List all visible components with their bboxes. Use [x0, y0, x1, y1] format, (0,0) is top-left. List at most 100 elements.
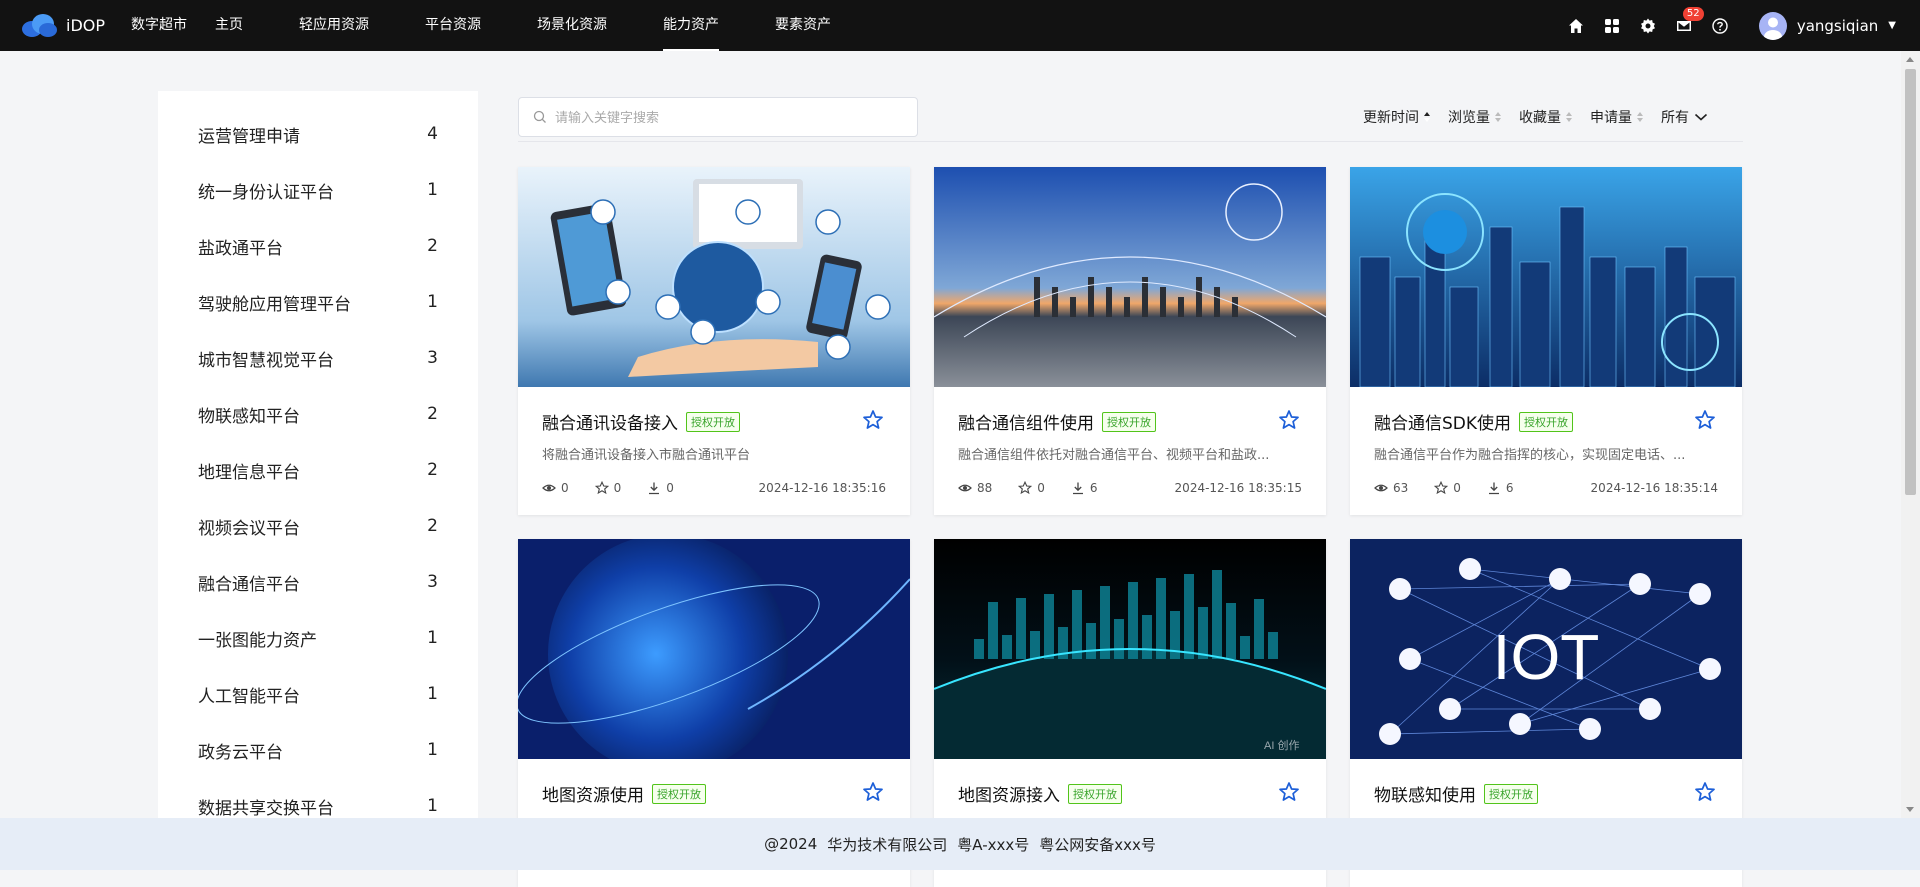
footer-icp: 粤A-xxx号	[957, 835, 1030, 854]
downloads-meta: 6	[1487, 481, 1514, 495]
sort-applications[interactable]: 申请量	[1590, 107, 1643, 127]
card-image[interactable]: AI 创作	[934, 539, 1326, 759]
footer-copyright: @2024	[764, 835, 818, 853]
search-input[interactable]	[555, 109, 895, 125]
card-image[interactable]	[934, 167, 1326, 387]
card-title-row: 融合通信SDK使用 授权开放	[1374, 409, 1718, 434]
help-icon[interactable]	[1711, 17, 1729, 35]
apps-icon[interactable]	[1603, 17, 1621, 35]
favorites-count: 0	[613, 481, 622, 495]
card-description: 将融合通讯设备接入市融合通讯平台	[542, 448, 751, 463]
sidebar-item[interactable]: 物联感知平台 2	[158, 386, 478, 442]
scroll-down-icon[interactable]	[1906, 807, 1914, 812]
sidebar-item-count: 1	[427, 684, 438, 704]
card-description: 融合通信组件依托对融合通信平台、视频平台和盐政...	[958, 448, 1270, 463]
page-scrollbar[interactable]	[1901, 51, 1920, 818]
nav-platform-resources[interactable]: 平台资源	[425, 0, 481, 51]
asset-card[interactable]: 融合通信组件使用 授权开放 融合通信组件依托对融合通信平台、视频平台和盐政... 88…	[934, 167, 1326, 515]
sidebar-item[interactable]: 地理信息平台 2	[158, 442, 478, 498]
asset-card[interactable]: 融合通信SDK使用 授权开放融合通信平台作为融合指挥的核心，实现固定电话、... 6…	[1350, 167, 1742, 515]
eye-icon	[1374, 481, 1393, 495]
chevron-down-icon	[1694, 113, 1708, 121]
favorite-star-icon[interactable]	[1278, 781, 1300, 803]
sidebar-item[interactable]: 人工智能平台 1	[158, 666, 478, 722]
sidebar-item[interactable]: 统一身份认证平台 1	[158, 162, 478, 218]
asset-card[interactable]: 融合通讯设备接入 授权开放 将融合通讯设备接入市融合通讯平台 0 0 0 2024-12-1…	[518, 167, 910, 515]
user-menu[interactable]: yangsiqian ▼	[1758, 11, 1896, 40]
card-title[interactable]: 融合通信SDK使用	[1374, 409, 1511, 434]
sidebar-item-label: 一张图能力资产	[198, 630, 317, 651]
nav-light-apps[interactable]: 轻应用资源	[299, 0, 369, 51]
card-title-row: 地图资源接入 授权开放	[958, 781, 1302, 806]
nav-digital-market[interactable]: 数字超市	[131, 0, 187, 51]
card-meta: 0 0 0 2024-12-16 18:35:16	[542, 481, 886, 495]
sidebar-item-count: 2	[427, 460, 438, 480]
nav-home[interactable]: 主页	[215, 0, 243, 51]
favorites-meta: 0	[1434, 481, 1461, 495]
sidebar-item[interactable]: 运营管理申请 4	[158, 106, 478, 162]
views-count: 88	[977, 481, 993, 495]
sidebar-item-count: 1	[427, 740, 438, 760]
card-image[interactable]	[518, 539, 910, 759]
card-title[interactable]: 地图资源使用	[542, 781, 644, 806]
sort-favorites[interactable]: 收藏量	[1519, 107, 1572, 127]
nav-scenario-resources[interactable]: 场景化资源	[537, 0, 607, 51]
nav-element-assets[interactable]: 要素资产	[775, 0, 831, 51]
search-box[interactable]	[518, 97, 918, 137]
mail-icon[interactable]: 52	[1675, 6, 1704, 35]
sidebar-item-label: 城市智慧视觉平台	[198, 350, 334, 371]
download-icon	[1487, 481, 1506, 495]
nav-capability-assets[interactable]: 能力资产	[663, 0, 720, 51]
favorite-star-icon[interactable]	[1278, 409, 1300, 431]
main-nav: 数字超市 主页 轻应用资源 平台资源 场景化资源 能力资产 要素资产	[125, 0, 831, 51]
sort-arrows-icon	[1495, 111, 1501, 123]
sidebar-item[interactable]: 视频会议平台 2	[158, 498, 478, 554]
sidebar-item[interactable]: 城市智慧视觉平台 3	[158, 330, 478, 386]
card-image[interactable]	[1350, 167, 1742, 387]
sort-update-time[interactable]: 更新时间	[1363, 107, 1430, 127]
scroll-up-icon[interactable]	[1906, 57, 1914, 62]
card-title[interactable]: 物联感知使用	[1374, 781, 1476, 806]
favorite-star-icon[interactable]	[862, 781, 884, 803]
sidebar-item-count: 2	[427, 516, 438, 536]
cloud-logo-icon	[22, 13, 57, 37]
card-description: 融合通信平台作为融合指挥的核心，实现固定电话、...	[1374, 448, 1686, 463]
card-title-row: 物联感知使用 授权开放	[1374, 781, 1718, 806]
favorite-star-icon[interactable]	[1694, 781, 1716, 803]
sidebar-item[interactable]: 融合通信平台 3	[158, 554, 478, 610]
favorite-star-icon[interactable]	[1694, 409, 1716, 431]
sidebar-item[interactable]: 政务云平台 1	[158, 722, 478, 778]
card-title[interactable]: 地图资源接入	[958, 781, 1060, 806]
filter-dropdown[interactable]: 所有	[1661, 107, 1708, 127]
sort-bar: 更新时间 浏览量 收藏量 申请量 所有	[1345, 107, 1708, 127]
sidebar-item-label: 数据共享交换平台	[198, 798, 334, 819]
svg-text:IOT: IOT	[1493, 621, 1600, 693]
sidebar-item[interactable]: 驾驶舱应用管理平台 1	[158, 274, 478, 330]
card-image[interactable]: IOT	[1350, 539, 1742, 759]
filter-label: 所有	[1661, 110, 1689, 126]
scroll-thumb[interactable]	[1905, 69, 1916, 495]
views-meta: 0	[542, 481, 569, 495]
card-image[interactable]	[518, 167, 910, 387]
logo-text: iDOP	[66, 16, 106, 35]
download-icon	[647, 481, 666, 495]
footer: @2024 华为技术有限公司 粤A-xxx号 粤公网安备xxx号	[0, 818, 1920, 870]
sidebar-item-label: 物联感知平台	[198, 406, 300, 427]
settings-icon[interactable]	[1639, 17, 1657, 35]
card-date: 2024-12-16 18:35:15	[1174, 481, 1302, 495]
sidebar-item[interactable]: 盐政通平台 2	[158, 218, 478, 274]
sidebar-item-count: 2	[427, 404, 438, 424]
sort-arrows-icon	[1566, 111, 1572, 123]
sidebar-item-count: 3	[427, 572, 438, 592]
home-icon[interactable]	[1567, 17, 1585, 35]
logo[interactable]: iDOP	[20, 13, 105, 39]
card-title[interactable]: 融合通信组件使用	[958, 409, 1094, 434]
favorite-star-icon[interactable]	[862, 409, 884, 431]
card-title[interactable]: 融合通讯设备接入	[542, 409, 678, 434]
sort-label: 更新时间	[1363, 110, 1419, 126]
star-icon	[1018, 481, 1037, 495]
auth-open-tag: 授权开放	[1519, 411, 1574, 432]
sidebar-item[interactable]: 数据共享交换平台 1	[158, 778, 478, 821]
sidebar-item[interactable]: 一张图能力资产 1	[158, 610, 478, 666]
sort-views[interactable]: 浏览量	[1448, 107, 1501, 127]
